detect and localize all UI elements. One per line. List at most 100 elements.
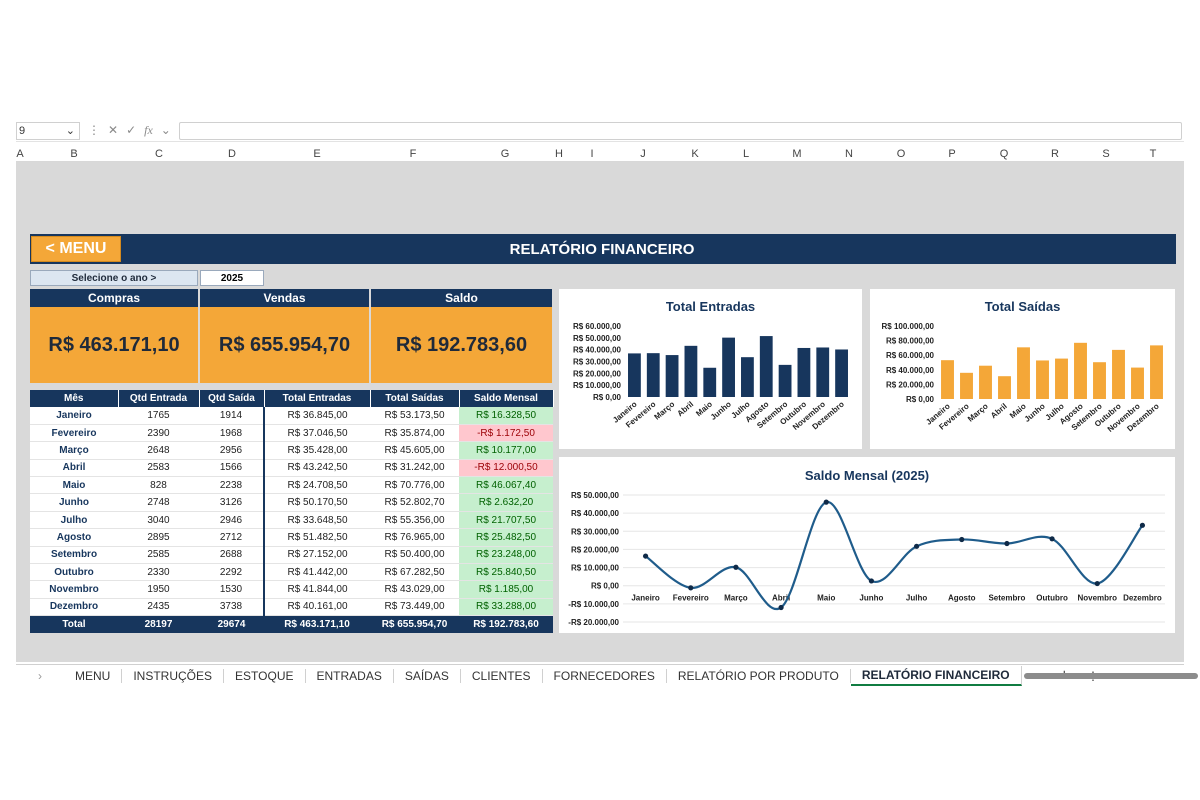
column-letter[interactable]: K	[691, 148, 698, 160]
table-cell: 2956	[199, 441, 265, 460]
chevron-down-icon[interactable]: ⌄	[161, 123, 171, 138]
table-cell: R$ 24.708,50	[264, 476, 370, 495]
x-tick-label: Dezembro	[1123, 594, 1162, 603]
sheet-tab[interactable]: FORNECEDORES	[543, 668, 667, 683]
table-cell: R$ 23.248,00	[459, 546, 553, 565]
table-cell: R$ 16.328,50	[459, 407, 553, 425]
header-qtd-saida: Qtd Saída	[199, 390, 265, 407]
y-tick-label: R$ 40.000,00	[886, 366, 935, 375]
bar	[797, 347, 811, 397]
column-letter[interactable]: E	[313, 148, 320, 160]
cancel-icon[interactable]: ✕	[108, 123, 118, 138]
header-qtd-entrada: Qtd Entrada	[118, 390, 200, 407]
table-row: Setembro 2585 2688 R$ 27.152,00 R$ 50.400,00…	[30, 546, 553, 565]
column-letter[interactable]: A	[16, 148, 23, 160]
table-cell: 1765	[118, 407, 199, 425]
column-letter[interactable]: I	[590, 148, 593, 160]
table-cell: R$ 50.400,00	[370, 546, 459, 565]
table-cell: R$ 45.605,00	[370, 441, 459, 460]
table-cell: Maio	[30, 476, 118, 495]
sheet-tab[interactable]: ENTRADAS	[306, 668, 394, 683]
table-cell: 2583	[118, 459, 199, 478]
y-tick-label: R$ 20.000,00	[573, 369, 622, 378]
header-saldo-mensal: Saldo Mensal	[459, 390, 554, 407]
table-cell: 2688	[199, 546, 265, 565]
table-row: Junho 2748 3126 R$ 50.170,50 R$ 52.802,70 R$ …	[30, 493, 553, 512]
data-point	[778, 604, 784, 611]
table-cell: R$ 35.874,00	[370, 424, 459, 443]
bar	[960, 372, 973, 399]
x-tick-label: Abril	[989, 402, 1009, 421]
chart-total-saidas: Total Saídas R$ 0,00 R$ 20.000,00 R$ 40.00…	[870, 289, 1175, 449]
total-cell: R$ 655.954,70	[370, 615, 459, 633]
table-cell: -R$ 1.172,50	[459, 424, 553, 443]
column-letter[interactable]: P	[948, 148, 955, 160]
table-cell: 1566	[199, 459, 265, 478]
column-letter[interactable]: R	[1051, 148, 1059, 160]
formula-input[interactable]	[178, 121, 1182, 140]
column-letter[interactable]: T	[1150, 148, 1157, 160]
column-letter[interactable]: G	[501, 148, 510, 160]
x-tick-label: Março	[653, 400, 677, 422]
column-letter[interactable]: J	[640, 148, 646, 160]
name-box[interactable]: 9 ⌄	[16, 121, 80, 140]
column-letter[interactable]: L	[743, 148, 749, 160]
table-cell: 3738	[199, 598, 265, 617]
table-cell: R$ 43.242,50	[264, 459, 370, 478]
header-mes: Mês	[30, 390, 119, 407]
column-letter[interactable]: B	[70, 148, 77, 160]
table-cell: Junho	[30, 493, 118, 512]
menu-button[interactable]: < MENU	[31, 236, 121, 262]
chevron-right-icon[interactable]: ›	[16, 669, 64, 683]
sheet-tabs: › MENU INSTRUÇÕES ESTOQUE ENTRADAS SAÍDAS CLI…	[16, 664, 1198, 686]
table-cell: 2585	[118, 546, 199, 565]
bar	[835, 349, 848, 397]
table-cell: R$ 67.282,50	[370, 563, 459, 582]
data-point	[688, 585, 694, 591]
y-tick-label: R$ 10.000,00	[571, 564, 620, 573]
year-select-label: Selecione o ano >	[30, 270, 198, 286]
table-cell: 2330	[118, 563, 199, 582]
sheet-tab[interactable]: MENU	[64, 668, 123, 683]
y-tick-label: -R$ 10.000,00	[568, 600, 619, 609]
column-letter[interactable]: M	[792, 148, 801, 160]
sheet-tab[interactable]: CLIENTES	[461, 668, 543, 683]
chart-total-entradas: Total Entradas R$ 0,00 R$ 10.000,00 R$ 20.…	[559, 289, 862, 449]
table-cell: R$ 40.161,00	[264, 598, 370, 617]
table-cell: R$ 41.442,00	[264, 563, 370, 582]
y-tick-label: R$ 30.000,00	[571, 527, 620, 536]
y-tick-label: R$ 30.000,00	[573, 358, 622, 367]
sheet-tab[interactable]: INSTRUÇÕES	[122, 668, 225, 683]
bar	[759, 336, 773, 397]
sheet-tab[interactable]: SAÍDAS	[394, 668, 461, 683]
column-letter[interactable]: S	[1102, 148, 1109, 160]
total-cell: R$ 192.783,60	[459, 615, 553, 633]
confirm-icon[interactable]: ✓	[126, 123, 136, 138]
total-cell: R$ 463.171,10	[264, 615, 370, 633]
data-point	[913, 543, 920, 549]
column-letter[interactable]: D	[228, 148, 236, 160]
column-letter[interactable]: H	[555, 148, 563, 160]
column-letter[interactable]: F	[410, 148, 417, 160]
year-select-input[interactable]: 2025	[200, 270, 264, 286]
table-cell: 2895	[118, 528, 199, 547]
column-letter[interactable]: C	[155, 148, 163, 160]
kpi-vendas-value: R$ 655.954,70	[200, 307, 369, 383]
bar	[998, 376, 1011, 399]
bar	[1150, 345, 1163, 399]
sheet-tab[interactable]: RELATÓRIO FINANCEIRO	[850, 665, 1022, 686]
column-letter[interactable]: Q	[1000, 148, 1009, 160]
function-icon[interactable]: fx	[144, 123, 153, 138]
table-cell: R$ 1.185,00	[459, 580, 553, 599]
column-letter[interactable]: O	[897, 148, 906, 160]
horizontal-scrollbar[interactable]	[1024, 673, 1198, 679]
column-letter[interactable]: N	[845, 148, 853, 160]
kpi-saldo-label: Saldo	[371, 289, 552, 307]
x-tick-label: Novembro	[1077, 594, 1117, 603]
sheet-tab[interactable]: ESTOQUE	[224, 668, 306, 683]
total-cell: 28197	[118, 615, 199, 633]
table-cell: R$ 10.177,00	[459, 441, 553, 460]
sheet-tab[interactable]: RELATÓRIO POR PRODUTO	[667, 668, 851, 683]
chevron-down-icon: ⌄	[65, 125, 75, 137]
more-vertical-icon[interactable]: ⋮	[88, 123, 100, 138]
